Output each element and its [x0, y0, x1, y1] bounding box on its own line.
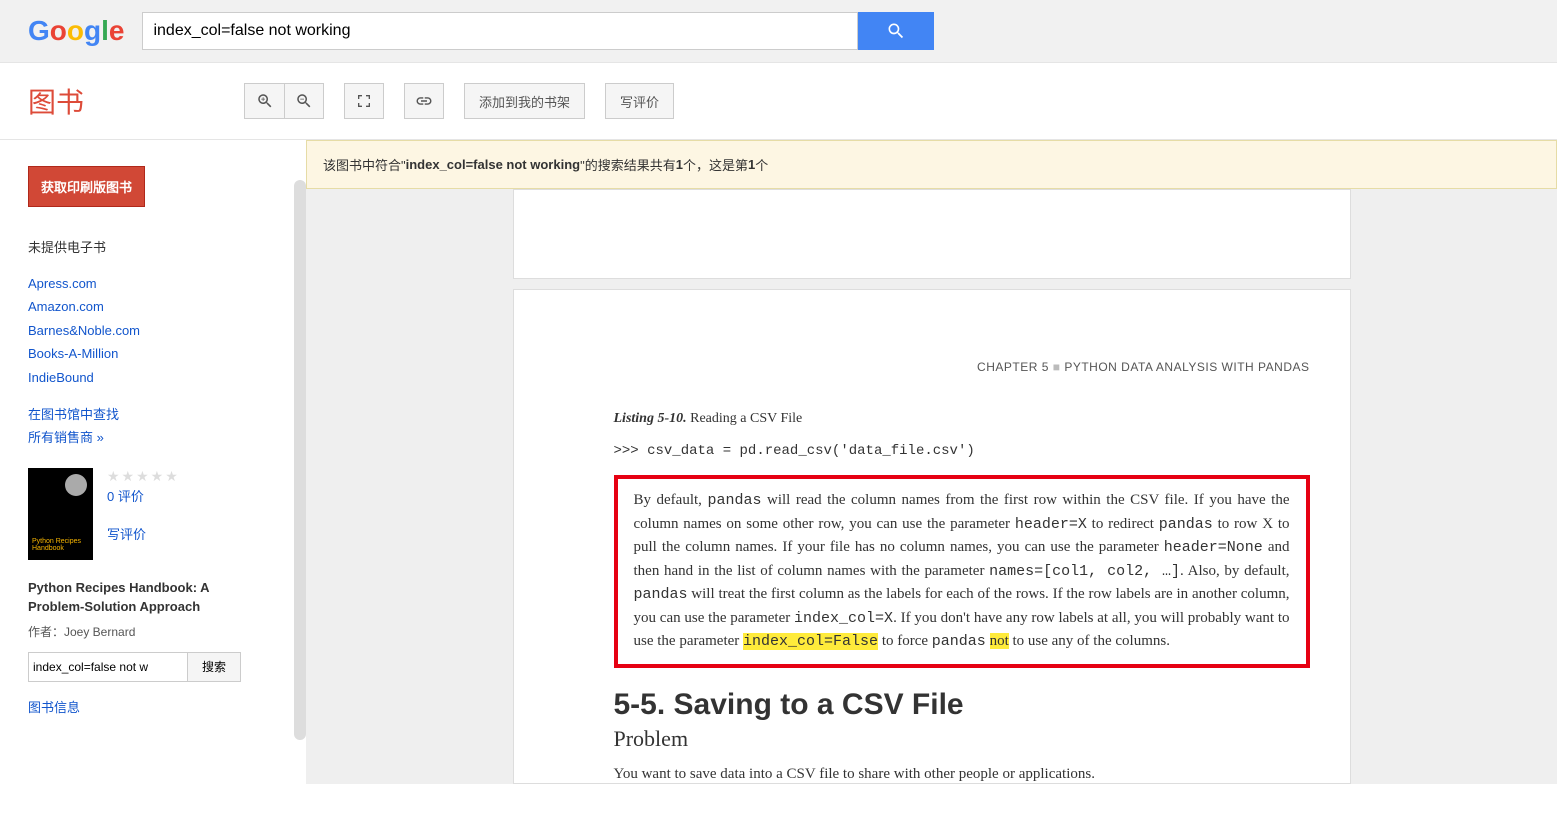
header-bar: Google	[0, 0, 1557, 63]
highlighted-paragraph: By default, pandas will read the column …	[614, 475, 1310, 668]
book-viewer[interactable]: CHAPTER 5 ■ PYTHON DATA ANALYSIS WITH PA…	[306, 189, 1557, 784]
fullscreen-button[interactable]	[344, 83, 384, 119]
book-author: 作者：Joey Bernard	[28, 623, 266, 640]
chapter-header: CHAPTER 5 ■ PYTHON DATA ANALYSIS WITH PA…	[614, 360, 1310, 374]
results-banner: 该图书中符合"index_col=false not working"的搜索结果…	[306, 140, 1557, 189]
zoom-in-button[interactable]	[244, 83, 284, 119]
fullscreen-icon	[356, 93, 372, 109]
listing-title: Reading a CSV File	[687, 411, 803, 426]
zoom-in-icon	[256, 92, 274, 110]
section-title: 5-5. Saving to a CSV File	[614, 688, 1310, 722]
content-area: 获取印刷版图书 未提供电子书 Apress.com Amazon.com Bar…	[0, 140, 1557, 784]
zoom-group	[244, 83, 324, 119]
zoom-out-icon	[295, 92, 313, 110]
book-title: Python Recipes Handbook: A Problem-Solut…	[28, 578, 258, 617]
book-page: CHAPTER 5 ■ PYTHON DATA ANALYSIS WITH PA…	[513, 289, 1351, 784]
store-link-bam[interactable]: Books-A-Million	[28, 342, 266, 365]
sidebar-scrollbar[interactable]	[294, 180, 306, 740]
search-input[interactable]	[142, 12, 858, 50]
main-area: 该图书中符合"index_col=false not working"的搜索结果…	[306, 140, 1557, 784]
highlight-indexcol: index_col=False	[743, 633, 878, 650]
store-link-indie[interactable]: IndieBound	[28, 366, 266, 389]
google-logo[interactable]: Google	[28, 15, 124, 47]
all-sellers-link[interactable]: 所有销售商 »	[28, 426, 266, 449]
search-box	[142, 12, 934, 50]
rating-stars: ★★★★★	[107, 468, 180, 485]
books-label[interactable]: 图书	[28, 81, 84, 121]
inpage-search-button[interactable]: 搜索	[188, 652, 241, 682]
book-info-link[interactable]: 图书信息	[28, 696, 266, 719]
search-icon	[886, 21, 906, 41]
toolbar: 图书 添加到我的书架 写评价	[0, 63, 1557, 140]
store-link-amazon[interactable]: Amazon.com	[28, 295, 266, 318]
store-link-bn[interactable]: Barnes&Noble.com	[28, 319, 266, 342]
sidebar: 获取印刷版图书 未提供电子书 Apress.com Amazon.com Bar…	[0, 140, 294, 784]
problem-text: You want to save data into a CSV file to…	[614, 766, 1310, 783]
problem-heading: Problem	[614, 726, 1310, 752]
search-button[interactable]	[858, 12, 934, 50]
link-icon	[415, 92, 433, 110]
zoom-out-button[interactable]	[284, 83, 324, 119]
listing-label: Listing 5-10.	[614, 411, 687, 426]
write-review-link[interactable]: 写评价	[107, 523, 180, 546]
inpage-search-input[interactable]	[28, 652, 188, 682]
get-print-button[interactable]: 获取印刷版图书	[28, 166, 145, 207]
paragraph-text: By default, pandas will read the column …	[634, 489, 1290, 654]
code-block: >>> csv_data = pd.read_csv('data_file.cs…	[614, 443, 1310, 459]
reviews-count-link[interactable]: 0 评价	[107, 485, 180, 508]
no-ebook-label: 未提供电子书	[28, 237, 266, 256]
link-button[interactable]	[404, 83, 444, 119]
book-cover[interactable]: Python Recipes Handbook	[28, 468, 93, 560]
find-library-link[interactable]: 在图书馆中查找	[28, 403, 266, 426]
add-to-shelf-button[interactable]: 添加到我的书架	[464, 83, 585, 119]
write-review-button[interactable]: 写评价	[605, 83, 674, 119]
store-link-apress[interactable]: Apress.com	[28, 272, 266, 295]
previous-page-edge	[513, 189, 1351, 279]
highlight-not: not	[990, 633, 1009, 649]
